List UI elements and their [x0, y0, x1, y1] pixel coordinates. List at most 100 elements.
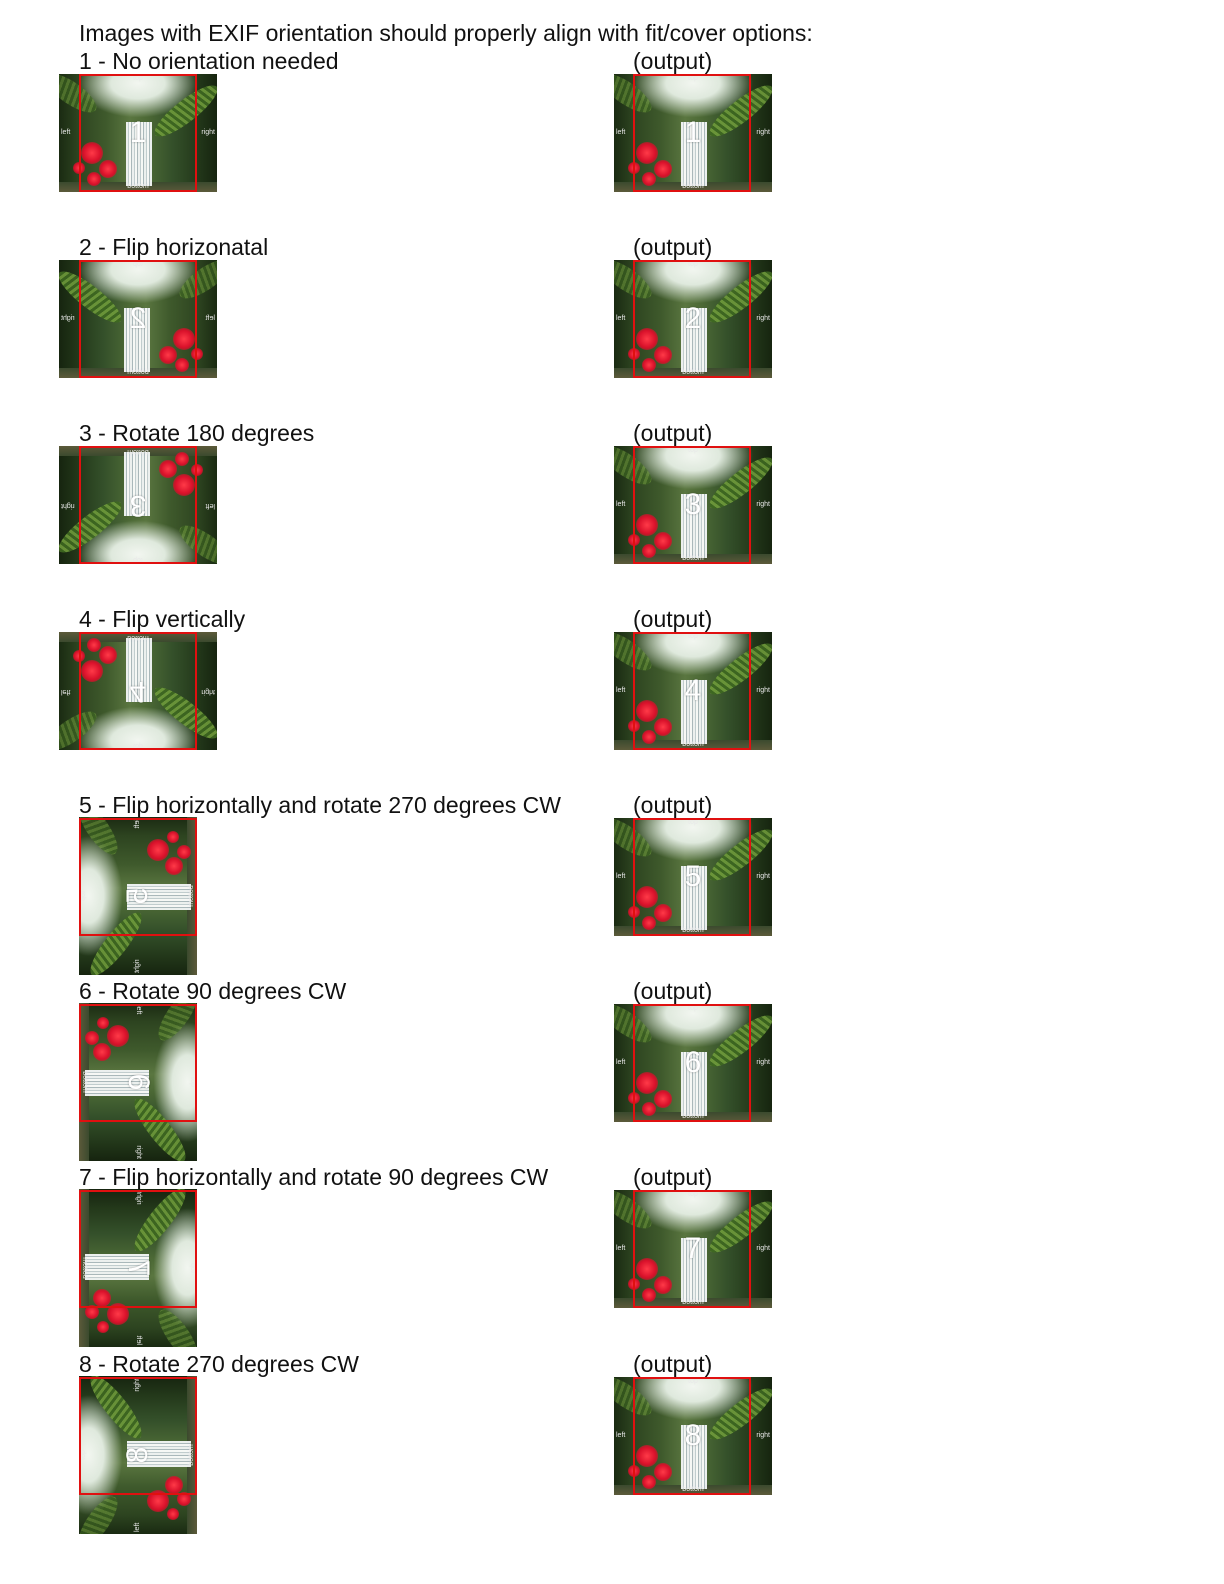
photo-tag-right: right: [61, 502, 75, 509]
orientation-number: 1: [129, 116, 147, 149]
red-flower: [167, 831, 179, 843]
waterfall-photo: 2 left right top bottom: [614, 260, 772, 378]
orientation-number: 4: [684, 674, 702, 707]
red-flower: [97, 1321, 109, 1333]
red-flower: [654, 346, 672, 364]
photo-tag-bottom: bottom: [682, 1299, 704, 1306]
photo-tag-top: top: [133, 261, 143, 268]
output-label: (output): [633, 1351, 713, 1377]
photo-tag-top: top: [133, 742, 143, 749]
orientation-number: 2: [684, 302, 702, 335]
waterfall-photo: 7 left right top bottom: [614, 1190, 772, 1308]
photo-tag-left: left: [134, 1522, 141, 1532]
red-flower: [99, 160, 117, 178]
waterfall-photo: 4 left right top bottom: [59, 632, 217, 750]
photo-tag-top: top: [688, 633, 698, 640]
red-flower: [97, 1017, 109, 1029]
orientation-number: 8: [121, 1446, 154, 1464]
red-flower: [628, 1465, 640, 1477]
red-flower: [93, 1289, 111, 1307]
orientation-number: 7: [684, 1232, 702, 1265]
orientation-number: 2: [129, 302, 147, 335]
photo-tag-top: top: [133, 556, 143, 563]
photo-tag-top: top: [688, 1191, 698, 1198]
waterfall-photo: 5 left right top bottom: [614, 818, 772, 936]
photo-tag-right: right: [756, 1245, 770, 1252]
red-flower: [654, 160, 672, 178]
output-label: (output): [633, 234, 713, 260]
photo-tag-left: left: [616, 687, 626, 694]
orientation-number: 5: [684, 860, 702, 893]
photo-tag-bottom: bottom: [682, 555, 704, 562]
photo-tag-right: right: [135, 1145, 142, 1159]
case-label: 4 - Flip vertically: [79, 606, 246, 632]
red-flower: [654, 904, 672, 922]
waterfall-photo: 1 left right top bottom: [59, 74, 217, 192]
photo-tag-bottom: bottom: [682, 1113, 704, 1120]
waterfall-photo: 8 left right top bottom: [79, 1376, 197, 1534]
photo-tag-bottom: bottom: [188, 885, 195, 907]
photo-tag-right: right: [134, 1378, 141, 1392]
output-label: (output): [633, 978, 713, 1004]
case-label: 6 - Rotate 90 degrees CW: [79, 978, 347, 1004]
orientation-case-row: 2 - Flip horizonatal 2 left right top bottom (…: [0, 232, 1224, 418]
photo-tag-right: right: [61, 315, 75, 322]
orientation-number: 3: [684, 488, 702, 521]
photo-tag-right: right: [134, 959, 141, 973]
red-flower: [165, 857, 183, 875]
photo-tag-bottom: bottom: [682, 369, 704, 376]
orientation-number: 1: [684, 116, 702, 149]
red-flower: [73, 162, 85, 174]
red-flower: [654, 718, 672, 736]
photo-tag-left: left: [616, 1432, 626, 1439]
output-label: (output): [633, 792, 713, 818]
photo-tag-left: left: [61, 129, 71, 136]
red-flower: [628, 348, 640, 360]
red-flower: [628, 1092, 640, 1104]
output-label: (output): [633, 1164, 713, 1190]
page-heading: Images with EXIF orientation should prop…: [79, 20, 813, 46]
red-flower: [628, 1278, 640, 1290]
red-flower: [628, 162, 640, 174]
orientation-number: 7: [122, 1259, 155, 1277]
red-flower: [654, 1276, 672, 1294]
red-flower: [93, 1043, 111, 1061]
orientation-number: 4: [129, 675, 147, 708]
photo-tag-bottom: bottom: [682, 1486, 704, 1493]
red-flower: [191, 348, 203, 360]
red-flower: [159, 460, 177, 478]
photo-tag-bottom: bottom: [682, 927, 704, 934]
photo-tag-right: right: [756, 687, 770, 694]
photo-tag-right: right: [756, 129, 770, 136]
waterfall-photo: 7 left right top bottom: [79, 1189, 197, 1347]
output-label: (output): [633, 420, 713, 446]
photo-tag-top: top: [688, 261, 698, 268]
waterfall-photo: 3 left right top bottom: [59, 446, 217, 564]
photo-tag-left: left: [205, 315, 215, 322]
orientation-number: 6: [684, 1046, 702, 1079]
case-label: 3 - Rotate 180 degrees: [79, 420, 315, 446]
photo-tag-right: right: [756, 1059, 770, 1066]
orientation-case-row: 7 - Flip horizontally and rotate 90 degr…: [0, 1162, 1224, 1348]
case-label: 2 - Flip horizonatal: [79, 234, 269, 260]
photo-tag-left: left: [134, 819, 141, 829]
photo-tag-left: left: [135, 1005, 142, 1015]
waterfall-photo: 5 left right top bottom: [79, 817, 197, 975]
photo-tag-right: right: [756, 873, 770, 880]
photo-tag-right: right: [135, 1191, 142, 1205]
case-label: 1 - No orientation needed: [79, 48, 339, 74]
red-flower: [99, 646, 117, 664]
orientation-number: 8: [684, 1419, 702, 1452]
red-flower: [654, 532, 672, 550]
photo-tag-top: top: [133, 75, 143, 82]
photo-tag-left: left: [616, 873, 626, 880]
photo-tag-bottom: bottom: [81, 1257, 88, 1279]
waterfall-photo: 1 left right top bottom: [614, 74, 772, 192]
red-flower: [628, 906, 640, 918]
photo-tag-left: left: [616, 315, 626, 322]
red-flower: [654, 1090, 672, 1108]
photo-tag-right: right: [201, 688, 215, 695]
red-flower: [654, 1463, 672, 1481]
orientation-case-row: 6 - Rotate 90 degrees CW 6 left right top bot…: [0, 976, 1224, 1162]
photo-tag-top: top: [688, 1378, 698, 1385]
